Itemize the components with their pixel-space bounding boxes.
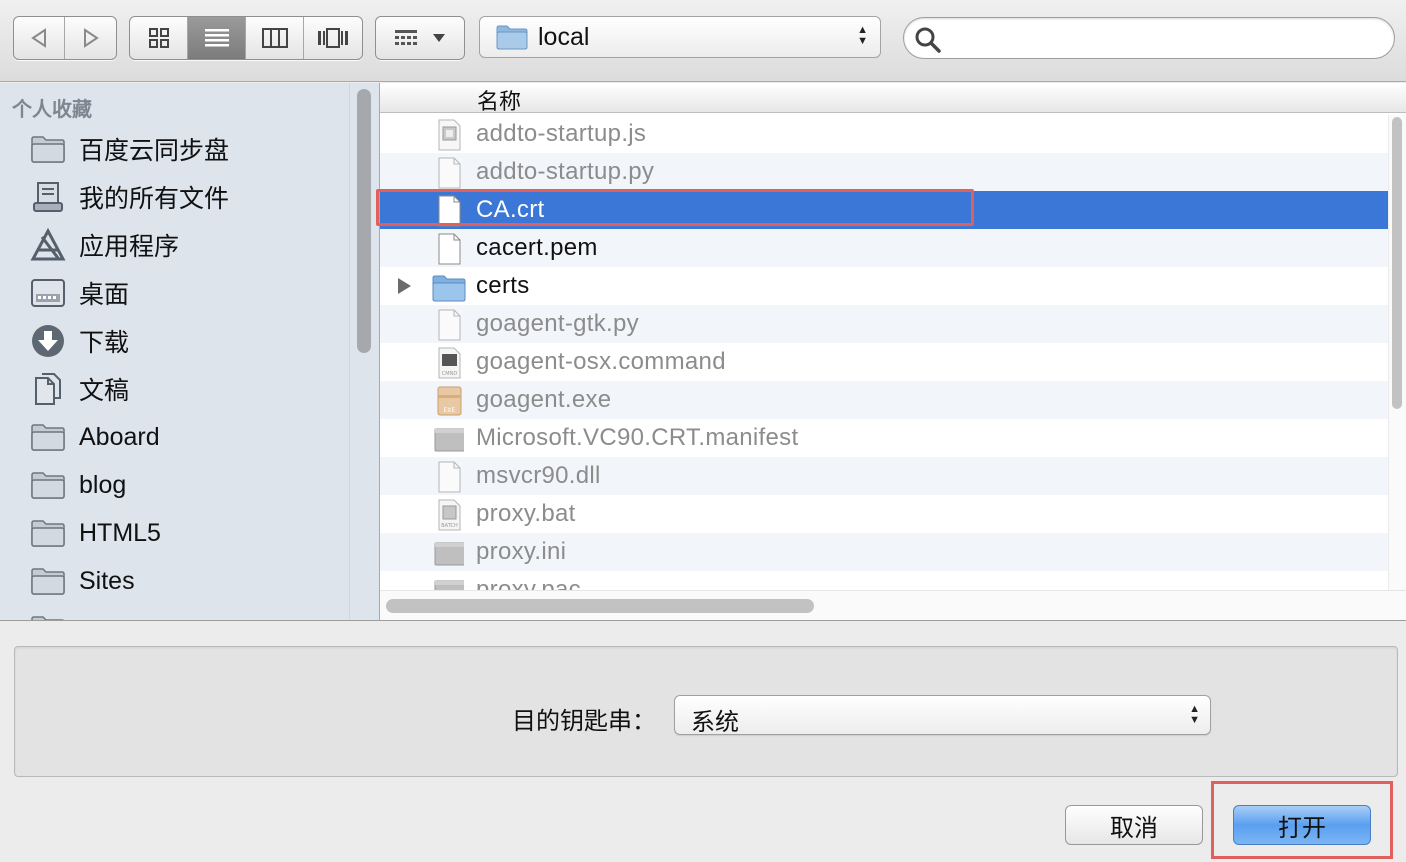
document-icon	[438, 309, 461, 341]
file-list-vertical-scrollbar[interactable]	[1388, 115, 1406, 590]
sidebar-item-documents[interactable]: 文稿	[0, 365, 349, 413]
sidebar-item-html5[interactable]: HTML5	[0, 509, 349, 557]
file-row-msvcr90-dll[interactable]: msvcr90.dll	[380, 457, 1388, 495]
toolbar: local ▲ ▼	[0, 0, 1406, 82]
back-arrow-icon	[31, 28, 46, 48]
sidebar-item-aboard[interactable]: Aboard	[0, 413, 349, 461]
folder-icon	[29, 132, 67, 166]
column-view-button[interactable]	[246, 17, 304, 59]
sidebar-item-downloads[interactable]: 下载	[0, 317, 349, 365]
file-list: 名称 addto-startup.js addto-startup.py CA.…	[380, 83, 1406, 620]
sidebar-item-blog[interactable]: blog	[0, 461, 349, 509]
document-icon	[438, 461, 461, 493]
sidebar-scrollbar[interactable]	[349, 83, 379, 620]
search-icon	[915, 27, 941, 53]
sidebar-item-applications[interactable]: 应用程序	[0, 221, 349, 269]
column-view-icon	[261, 28, 288, 48]
file-row-addto-startup-js[interactable]: addto-startup.js	[380, 115, 1388, 153]
file-row-goagent-gtk-py[interactable]: goagent-gtk.py	[380, 305, 1388, 343]
file-row-goagent-osx-command[interactable]: CMND goagent-osx.command	[380, 343, 1388, 381]
file-row-proxy-bat[interactable]: BATCH proxy.bat	[380, 495, 1388, 533]
svg-text:EXE: EXE	[444, 407, 456, 414]
folder-icon	[29, 612, 67, 620]
sidebar-item-sites[interactable]: Sites	[0, 557, 349, 605]
disclosure-triangle-icon[interactable]	[396, 277, 412, 295]
file-row-cacert-pem[interactable]: cacert.pem	[380, 229, 1388, 267]
search-field[interactable]	[903, 17, 1395, 59]
path-popup[interactable]: local ▲ ▼	[479, 16, 881, 58]
svg-text:BATCH: BATCH	[441, 523, 458, 529]
command-file-icon: CMND	[438, 347, 461, 379]
all-files-icon	[29, 180, 67, 214]
file-row-ca-crt[interactable]: CA.crt	[380, 191, 1388, 229]
exe-file-icon: EXE	[437, 386, 462, 416]
forward-arrow-icon	[83, 28, 99, 48]
file-rows: addto-startup.js addto-startup.py CA.crt…	[380, 115, 1388, 609]
navigation-segment	[13, 16, 117, 60]
generic-file-icon	[434, 542, 464, 566]
folder-icon	[29, 420, 67, 454]
column-header-name: 名称	[477, 89, 522, 114]
sidebar-item-desktop[interactable]: 桌面	[0, 269, 349, 317]
bottom-separator	[0, 620, 1406, 621]
document-icon	[438, 195, 461, 227]
search-input[interactable]	[948, 24, 1378, 52]
folder-icon	[432, 275, 466, 302]
icon-view-icon	[148, 28, 169, 48]
js-file-icon	[438, 119, 461, 151]
folder-icon	[496, 25, 528, 50]
sidebar-item-baidu-sync[interactable]: 百度云同步盘	[0, 125, 349, 173]
desktop-icon	[29, 276, 67, 310]
updown-arrows-icon: ▲ ▼	[857, 24, 868, 47]
path-label: local	[538, 22, 590, 51]
list-view-icon	[204, 29, 229, 47]
file-list-horizontal-scrollbar[interactable]	[380, 590, 1406, 620]
icon-view-button[interactable]	[130, 17, 188, 59]
applications-icon	[29, 228, 67, 262]
generic-file-icon	[434, 428, 464, 452]
folder-icon	[29, 564, 67, 598]
batch-file-icon: BATCH	[438, 499, 461, 531]
coverflow-view-icon	[318, 28, 348, 48]
file-row-microsoft-vc90-crt-manifest[interactable]: Microsoft.VC90.CRT.manifest	[380, 419, 1388, 457]
keychain-label: 目的钥匙串：	[512, 708, 656, 735]
horizontal-scroll-thumb[interactable]	[386, 599, 814, 613]
documents-icon	[29, 372, 67, 406]
view-mode-segment	[129, 16, 363, 60]
sidebar-scroll-thumb[interactable]	[357, 89, 371, 353]
folder-icon	[29, 468, 67, 502]
file-row-addto-startup-py[interactable]: addto-startup.py	[380, 153, 1388, 191]
sidebar-item-all-files[interactable]: 我的所有文件	[0, 173, 349, 221]
coverflow-view-button[interactable]	[304, 17, 362, 59]
vertical-scroll-thumb[interactable]	[1392, 117, 1402, 409]
keychain-value: 系统	[691, 709, 739, 736]
document-icon	[438, 233, 461, 265]
cancel-button[interactable]: 取消	[1065, 805, 1203, 845]
open-button[interactable]: 打开	[1233, 805, 1371, 845]
arrange-grid-icon	[395, 30, 417, 45]
keychain-select[interactable]: 系统 ▲ ▼	[674, 695, 1211, 736]
sidebar-header: 个人收藏	[12, 99, 92, 121]
sidebar: 个人收藏 百度云同步盘 我的所有文件 应用程序 桌面 下载 文稿 Aboard …	[0, 83, 349, 620]
list-view-button[interactable]	[188, 17, 246, 59]
updown-arrows-icon: ▲ ▼	[1189, 703, 1200, 726]
file-row-proxy-ini[interactable]: proxy.ini	[380, 533, 1388, 571]
document-icon	[438, 157, 461, 189]
arrange-menu-button[interactable]	[375, 16, 465, 60]
folder-icon	[29, 516, 67, 550]
file-row-certs[interactable]: certs	[380, 267, 1388, 305]
sidebar-item-partial[interactable]	[0, 605, 349, 620]
forward-button[interactable]	[65, 17, 116, 59]
download-icon	[29, 324, 67, 358]
svg-text:CMND: CMND	[442, 371, 458, 377]
back-button[interactable]	[14, 17, 66, 59]
file-row-goagent-exe[interactable]: EXE goagent.exe	[380, 381, 1388, 419]
chevron-down-icon	[433, 34, 445, 42]
column-header[interactable]: 名称	[380, 83, 1406, 114]
